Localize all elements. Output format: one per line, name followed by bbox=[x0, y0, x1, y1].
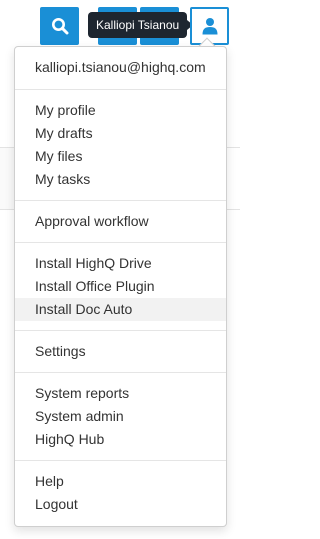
menu-item-highq-hub[interactable]: HighQ Hub bbox=[15, 428, 226, 451]
menu-item-install-highq-drive[interactable]: Install HighQ Drive bbox=[15, 252, 226, 275]
menu-divider bbox=[15, 89, 226, 90]
caret-cover bbox=[196, 47, 218, 53]
menu-item-install-doc-auto[interactable]: Install Doc Auto bbox=[15, 298, 226, 321]
user-dropdown-menu: kalliopi.tsianou@highq.com My profile My… bbox=[14, 46, 227, 527]
menu-item-logout[interactable]: Logout bbox=[15, 493, 226, 516]
menu-item-my-files[interactable]: My files bbox=[15, 145, 226, 168]
page: Kalliopi Tsianou kalliopi.tsianou@highq.… bbox=[0, 0, 240, 539]
background-panel bbox=[0, 147, 14, 209]
menu-divider bbox=[15, 372, 226, 373]
menu-item-approval-workflow[interactable]: Approval workflow bbox=[15, 210, 226, 233]
menu-divider bbox=[15, 242, 226, 243]
search-icon bbox=[51, 17, 69, 35]
user-tooltip: Kalliopi Tsianou bbox=[88, 12, 194, 38]
menu-item-system-reports[interactable]: System reports bbox=[15, 382, 226, 405]
menu-item-my-profile[interactable]: My profile bbox=[15, 99, 226, 122]
menu-item-settings[interactable]: Settings bbox=[15, 340, 226, 363]
menu-item-my-tasks[interactable]: My tasks bbox=[15, 168, 226, 191]
menu-item-install-office-plugin[interactable]: Install Office Plugin bbox=[15, 275, 226, 298]
menu-item-help[interactable]: Help bbox=[15, 470, 226, 493]
menu-item-my-drafts[interactable]: My drafts bbox=[15, 122, 226, 145]
search-button[interactable] bbox=[40, 7, 79, 45]
menu-divider bbox=[15, 330, 226, 331]
menu-item-system-admin[interactable]: System admin bbox=[15, 405, 226, 428]
menu-divider bbox=[15, 460, 226, 461]
menu-divider bbox=[15, 200, 226, 201]
user-icon bbox=[202, 17, 218, 35]
user-email: kalliopi.tsianou@highq.com bbox=[35, 59, 206, 75]
